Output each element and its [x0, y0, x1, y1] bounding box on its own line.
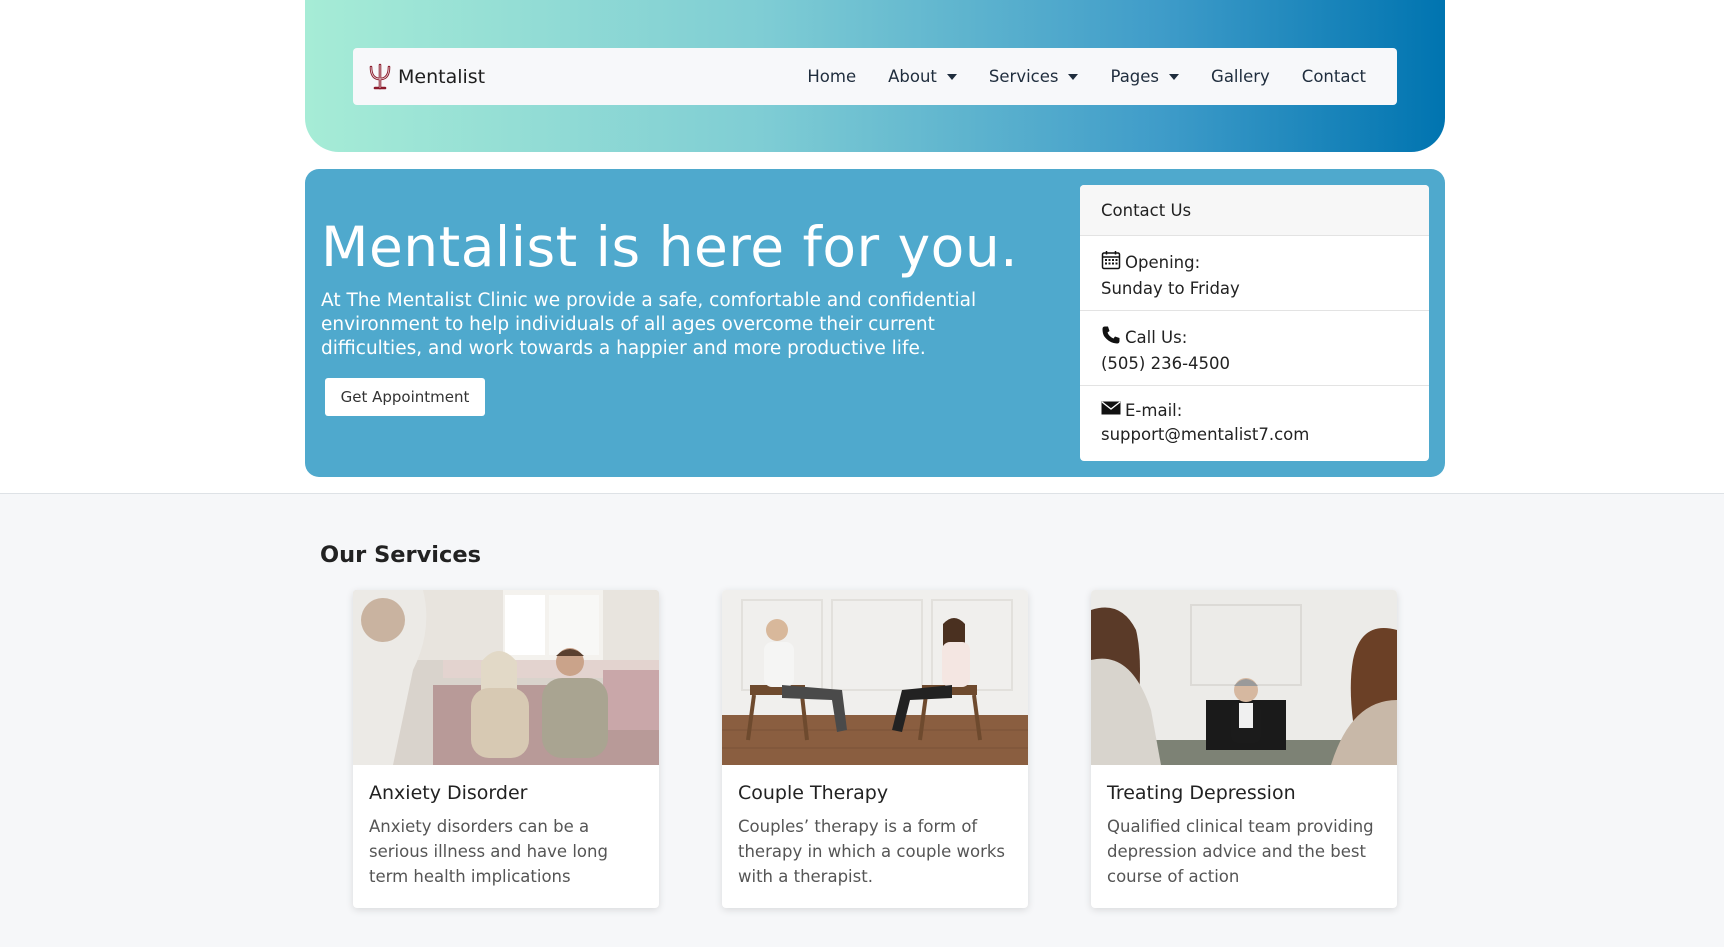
- nav-services-label: Services: [988, 67, 1059, 86]
- nav-home[interactable]: Home: [807, 67, 856, 86]
- card-text: Couples’ therapy is a form of therapy in…: [738, 817, 1006, 886]
- depression-photo: [1091, 590, 1397, 765]
- psi-icon: [368, 63, 392, 91]
- card-text: Qualified clinical team providing depres…: [1107, 817, 1374, 886]
- navbar: Mentalist Home About Services Pages Gall…: [353, 48, 1397, 105]
- card-title: Anxiety Disorder: [369, 782, 528, 804]
- envelope-icon: [1101, 400, 1125, 420]
- services-section: Our Services Anxiety Disorder Anxiety di…: [0, 493, 1724, 947]
- caret-down-icon: [1068, 73, 1079, 80]
- nav-gallery[interactable]: Gallery: [1211, 67, 1270, 86]
- nav-about-label: About: [888, 67, 937, 86]
- nav-contact-label: Contact: [1301, 67, 1366, 86]
- calendar-icon: [1101, 250, 1125, 274]
- contact-phone: Call Us: (505) 236-4500: [1080, 311, 1429, 386]
- hero-title: Mentalist is here for you.: [321, 215, 1019, 279]
- opening-label-row: Opening:: [1101, 250, 1429, 274]
- call-value[interactable]: (505) 236-4500: [1101, 354, 1429, 373]
- brand-logo[interactable]: Mentalist: [368, 63, 485, 91]
- service-card-depression[interactable]: Treating Depression Qualified clinical t…: [1091, 590, 1397, 908]
- services-title: Our Services: [320, 542, 482, 568]
- email-label: E-mail:: [1125, 400, 1183, 420]
- caret-down-icon: [946, 73, 957, 80]
- brand-name: Mentalist: [398, 65, 486, 88]
- nav-services-dropdown[interactable]: Services: [989, 67, 1079, 86]
- card-title: Treating Depression: [1107, 782, 1296, 804]
- card-text: Anxiety disorders can be a serious illne…: [369, 817, 608, 886]
- nav-gallery-label: Gallery: [1211, 67, 1270, 86]
- hero-description: At The Mentalist Clinic we provide a saf…: [321, 290, 977, 359]
- nav-home-label: Home: [807, 67, 857, 86]
- nav-links: Home About Services Pages Gallery Contac…: [791, 67, 1382, 86]
- contact-email: E-mail: support@mentalist7.com: [1080, 386, 1429, 461]
- email-value[interactable]: support@mentalist7.com: [1101, 425, 1429, 444]
- card-title: Couple Therapy: [738, 782, 889, 804]
- phone-icon: [1101, 325, 1125, 349]
- contact-card-header: Contact Us: [1080, 185, 1429, 236]
- nav-about-dropdown[interactable]: About: [888, 67, 957, 86]
- nav-pages-dropdown[interactable]: Pages: [1110, 67, 1180, 86]
- anxiety-photo: [353, 590, 659, 765]
- nav-contact[interactable]: Contact: [1302, 67, 1366, 86]
- opening-label: Opening:: [1125, 252, 1201, 272]
- couple-therapy-photo: [722, 590, 1028, 765]
- email-label-row: E-mail:: [1101, 400, 1429, 420]
- service-card-couple[interactable]: Couple Therapy Couples’ therapy is a for…: [722, 590, 1028, 908]
- call-label-row: Call Us:: [1101, 325, 1429, 349]
- contact-card: Contact Us Opening: Sunday to Friday Cal…: [1080, 185, 1429, 461]
- call-label: Call Us:: [1125, 327, 1188, 347]
- caret-down-icon: [1169, 73, 1180, 80]
- nav-pages-label: Pages: [1110, 67, 1160, 86]
- opening-value: Sunday to Friday: [1101, 279, 1240, 298]
- service-card-anxiety[interactable]: Anxiety Disorder Anxiety disorders can b…: [353, 590, 659, 908]
- get-appointment-button[interactable]: Get Appointment: [325, 378, 485, 416]
- contact-opening: Opening: Sunday to Friday: [1080, 236, 1429, 311]
